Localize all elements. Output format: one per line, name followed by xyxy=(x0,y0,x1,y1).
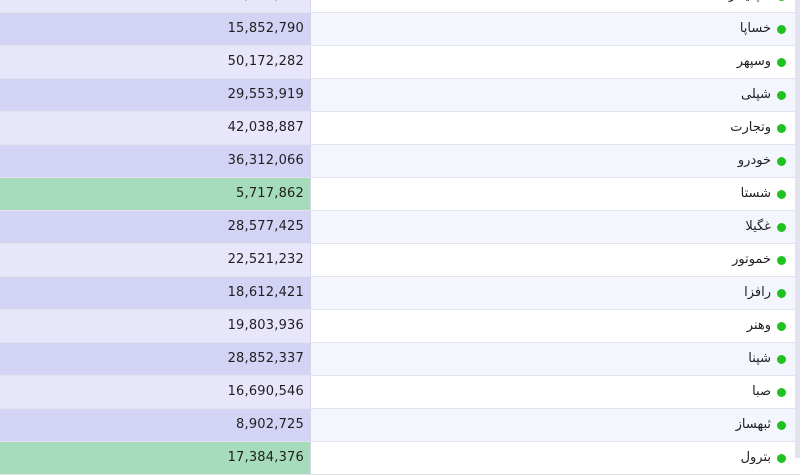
volume-value: 18,612,421 xyxy=(227,285,304,300)
volume-value: 28,852,337 xyxy=(227,351,304,366)
value-cell: 36,312,066 xyxy=(0,145,311,177)
symbol-name[interactable]: صبا xyxy=(752,376,771,408)
symbol-cell[interactable]: صبا xyxy=(311,376,795,408)
table-row[interactable]: 18,612,421 رافزا xyxy=(0,277,800,310)
symbol-cell[interactable]: شپنا xyxy=(311,343,795,375)
symbol-name[interactable]: خودرو xyxy=(738,145,771,177)
status-dot-icon xyxy=(777,256,786,265)
value-cell: 28,577,425 xyxy=(0,211,311,243)
symbol-cell[interactable]: وهنر xyxy=(311,310,795,342)
symbol-cell[interactable]: خموتور xyxy=(311,244,795,276)
volume-value: 22,521,232 xyxy=(227,252,304,267)
value-cell: 15,852,790 xyxy=(0,13,311,45)
value-cell: 22,521,232 xyxy=(0,244,311,276)
symbol-cell[interactable]: خودرو xyxy=(311,145,795,177)
table-row[interactable]: 28,852,337 شپنا xyxy=(0,343,800,376)
status-dot-icon xyxy=(777,190,786,199)
status-dot-icon xyxy=(777,157,786,166)
value-cell: 28,852,337 xyxy=(0,343,311,375)
symbol-name[interactable]: غگیلا xyxy=(745,211,771,243)
volume-value: 5,717,862 xyxy=(236,186,304,201)
symbol-name[interactable]: رافزا xyxy=(744,277,771,309)
symbol-name[interactable]: شپلی xyxy=(741,79,771,111)
stock-table: 73,793,423شپدیدار15,852,790خساپا50,172,2… xyxy=(0,0,800,475)
status-dot-icon xyxy=(777,25,786,34)
symbol-name[interactable]: شستا xyxy=(741,178,771,210)
symbol-name[interactable]: شپدیدار xyxy=(729,0,771,12)
symbol-cell[interactable]: ثبهساز xyxy=(311,409,795,441)
symbol-name[interactable]: ثبهساز xyxy=(736,409,771,441)
table-row[interactable]: 17,384,376 بترول xyxy=(0,442,800,475)
status-dot-icon xyxy=(777,124,786,133)
symbol-cell[interactable]: شپلی xyxy=(311,79,795,111)
status-dot-icon xyxy=(777,388,786,397)
status-dot-icon xyxy=(777,421,786,430)
table-row[interactable]: 8,902,725 ثبهساز xyxy=(0,409,800,442)
status-dot-icon xyxy=(777,58,786,67)
symbol-cell[interactable]: شپدیدار xyxy=(311,0,795,12)
symbol-name[interactable]: خساپا xyxy=(740,13,771,45)
symbol-name[interactable]: وتجارت xyxy=(730,112,771,144)
table-row[interactable]: 42,038,887 وتجارت xyxy=(0,112,800,145)
value-cell: 5,717,862 xyxy=(0,178,311,210)
table-row[interactable]: 16,690,546 صبا xyxy=(0,376,800,409)
status-dot-icon xyxy=(777,322,786,331)
value-cell: 50,172,282 xyxy=(0,46,311,78)
table-row[interactable]: 22,521,232 خموتور xyxy=(0,244,800,277)
status-dot-icon xyxy=(777,223,786,232)
symbol-cell[interactable]: بترول xyxy=(311,442,795,474)
table-row[interactable]: 5,717,862 شستا xyxy=(0,178,800,211)
table-row[interactable]: 73,793,423 شپدیدار xyxy=(0,0,800,13)
volume-value: 17,384,376 xyxy=(227,450,304,465)
volume-value: 50,172,282 xyxy=(227,54,304,69)
volume-value: 19,803,936 xyxy=(227,318,304,333)
symbol-cell[interactable]: شستا xyxy=(311,178,795,210)
volume-value: 36,312,066 xyxy=(227,153,304,168)
symbol-cell[interactable]: رافزا xyxy=(311,277,795,309)
volume-value: 16,690,546 xyxy=(227,384,304,399)
status-dot-icon xyxy=(777,289,786,298)
table-row[interactable]: 50,172,282 وسپهر xyxy=(0,46,800,79)
table-row[interactable]: 29,553,919 شپلی xyxy=(0,79,800,112)
table-row[interactable]: 36,312,066 خودرو xyxy=(0,145,800,178)
symbol-cell[interactable]: وسپهر xyxy=(311,46,795,78)
table-row[interactable]: 19,803,936 وهنر xyxy=(0,310,800,343)
volume-value: 8,902,725 xyxy=(236,417,304,432)
symbol-name[interactable]: بترول xyxy=(741,442,771,474)
symbol-name[interactable]: خموتور xyxy=(732,244,771,276)
symbol-cell[interactable]: وتجارت xyxy=(311,112,795,144)
table-row[interactable]: 28,577,425 غگیلا xyxy=(0,211,800,244)
scrollbar-track[interactable] xyxy=(795,0,800,458)
symbol-cell[interactable]: خساپا xyxy=(311,13,795,45)
value-cell: 73,793,423 xyxy=(0,0,311,12)
status-dot-icon xyxy=(777,454,786,463)
status-dot-icon xyxy=(777,0,786,1)
symbol-name[interactable]: وهنر xyxy=(747,310,771,342)
table-row[interactable]: 15,852,790 خساپا xyxy=(0,13,800,46)
value-cell: 29,553,919 xyxy=(0,79,311,111)
value-cell: 16,690,546 xyxy=(0,376,311,408)
volume-value: 28,577,425 xyxy=(227,219,304,234)
value-cell: 8,902,725 xyxy=(0,409,311,441)
volume-value: 15,852,790 xyxy=(227,21,304,36)
symbol-name[interactable]: شپنا xyxy=(748,343,771,375)
value-cell: 17,384,376 xyxy=(0,442,311,474)
value-cell: 19,803,936 xyxy=(0,310,311,342)
value-cell: 18,612,421 xyxy=(0,277,311,309)
symbol-name[interactable]: وسپهر xyxy=(737,46,771,78)
status-dot-icon xyxy=(777,355,786,364)
status-dot-icon xyxy=(777,91,786,100)
volume-value: 42,038,887 xyxy=(227,120,304,135)
volume-value: 29,553,919 xyxy=(227,87,304,102)
volume-value: 73,793,423 xyxy=(228,0,304,12)
value-cell: 42,038,887 xyxy=(0,112,311,144)
symbol-cell[interactable]: غگیلا xyxy=(311,211,795,243)
